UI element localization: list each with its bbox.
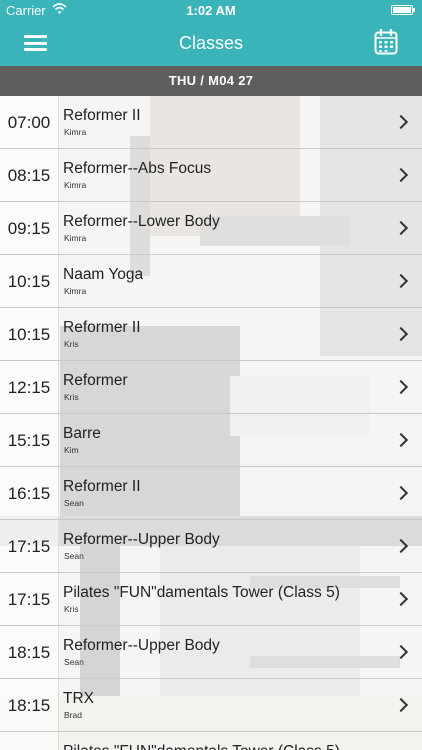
instructor-name: Kimra bbox=[64, 233, 87, 243]
class-list[interactable]: 07:00 Reformer II Kimra 08:15 Reformer--Abs … bbox=[0, 96, 422, 750]
class-name: Naam Yoga bbox=[63, 266, 144, 283]
class-row[interactable]: 15:15 Barre Kim bbox=[0, 414, 422, 467]
chevron-right-icon bbox=[393, 220, 409, 236]
class-name: Reformer--Upper Body bbox=[63, 637, 220, 654]
class-name: Reformer II bbox=[63, 478, 141, 495]
calendar-icon[interactable] bbox=[374, 29, 398, 55]
class-row[interactable]: 17:15 Pilates "FUN"damentals Tower (Class… bbox=[0, 573, 422, 626]
class-row[interactable]: 16:15 Reformer II Sean bbox=[0, 467, 422, 520]
class-time: 12:15 bbox=[7, 378, 51, 397]
instructor-name: Kris bbox=[64, 392, 79, 402]
chevron-right-icon bbox=[393, 273, 409, 289]
instructor-name: Kris bbox=[64, 604, 79, 614]
chevron-right-icon bbox=[393, 432, 409, 448]
class-name: TRX bbox=[63, 690, 94, 707]
class-row[interactable]: 17:15 Reformer--Upper Body Sean bbox=[0, 520, 422, 573]
class-time: 08:15 bbox=[7, 166, 51, 185]
instructor-name: Kimra bbox=[64, 180, 87, 190]
class-time: 09:15 bbox=[7, 219, 51, 238]
instructor-name: Sean bbox=[64, 551, 84, 561]
class-name: Reformer II bbox=[63, 319, 141, 336]
class-time: 18:15 bbox=[7, 643, 51, 662]
instructor-name: Kimra bbox=[64, 286, 87, 296]
chevron-right-icon bbox=[393, 644, 409, 660]
class-name: Reformer--Lower Body bbox=[63, 213, 220, 230]
chevron-right-icon bbox=[393, 379, 409, 395]
class-name: Barre bbox=[63, 425, 101, 442]
status-time: 1:02 AM bbox=[186, 3, 236, 18]
class-name: Reformer--Upper Body bbox=[63, 531, 220, 548]
class-time: 10:15 bbox=[7, 325, 51, 344]
class-row[interactable]: 18:15 TRX Brad bbox=[0, 679, 422, 732]
instructor-name: Kimra bbox=[64, 127, 87, 137]
page-title: Classes bbox=[178, 33, 244, 53]
class-row[interactable]: 18:15 Reformer--Upper Body Sean bbox=[0, 626, 422, 679]
navigation-bar: Classes bbox=[0, 20, 422, 66]
chevron-right-icon bbox=[393, 167, 409, 183]
instructor-name: Sean bbox=[64, 498, 84, 508]
class-row[interactable]: 09:15 Reformer--Lower Body Kimra bbox=[0, 202, 422, 255]
chevron-right-icon bbox=[393, 114, 409, 130]
class-time: 17:15 bbox=[7, 590, 51, 609]
class-name: Pilates "FUN"damentals Tower (Class 5) bbox=[63, 584, 340, 601]
class-time: 10:15 bbox=[7, 272, 51, 291]
class-time: 16:15 bbox=[7, 484, 51, 503]
class-row[interactable]: 12:15 Reformer Kris bbox=[0, 361, 422, 414]
class-time: 07:00 bbox=[7, 113, 51, 132]
class-row[interactable]: 10:15 Naam Yoga Kimra bbox=[0, 255, 422, 308]
instructor-name: Sean bbox=[64, 657, 84, 667]
instructor-name: Brad bbox=[64, 710, 82, 720]
class-time: 18:15 bbox=[7, 696, 51, 715]
class-name: Reformer bbox=[63, 372, 128, 389]
chevron-right-icon bbox=[393, 326, 409, 342]
chevron-right-icon bbox=[393, 697, 409, 713]
status-bar: Carrier 1:02 AM bbox=[0, 0, 422, 20]
class-name: Reformer--Abs Focus bbox=[63, 160, 212, 177]
class-row[interactable]: 07:00 Reformer II Kimra bbox=[0, 96, 422, 149]
class-rows: 07:00 Reformer II Kimra 08:15 Reformer--Abs … bbox=[0, 96, 422, 750]
class-time: 17:15 bbox=[7, 537, 51, 556]
battery-icon bbox=[391, 5, 415, 15]
chevron-right-icon bbox=[393, 591, 409, 607]
class-name: Reformer II bbox=[63, 107, 141, 124]
instructor-name: Kim bbox=[64, 445, 79, 455]
class-row[interactable]: 10:15 Reformer II Kris bbox=[0, 308, 422, 361]
class-row[interactable]: 08:15 Reformer--Abs Focus Kimra bbox=[0, 149, 422, 202]
class-time: 15:15 bbox=[7, 431, 51, 450]
class-row[interactable]: Pilates "FUN"damentals Tower (Class 5) bbox=[0, 732, 422, 750]
chevron-right-icon bbox=[393, 538, 409, 554]
instructor-name: Kris bbox=[64, 339, 79, 349]
date-header: THU / M04 27 bbox=[0, 66, 422, 96]
time-column bbox=[0, 732, 59, 750]
class-name: Pilates "FUN"damentals Tower (Class 5) bbox=[63, 743, 340, 750]
chevron-right-icon bbox=[393, 485, 409, 501]
